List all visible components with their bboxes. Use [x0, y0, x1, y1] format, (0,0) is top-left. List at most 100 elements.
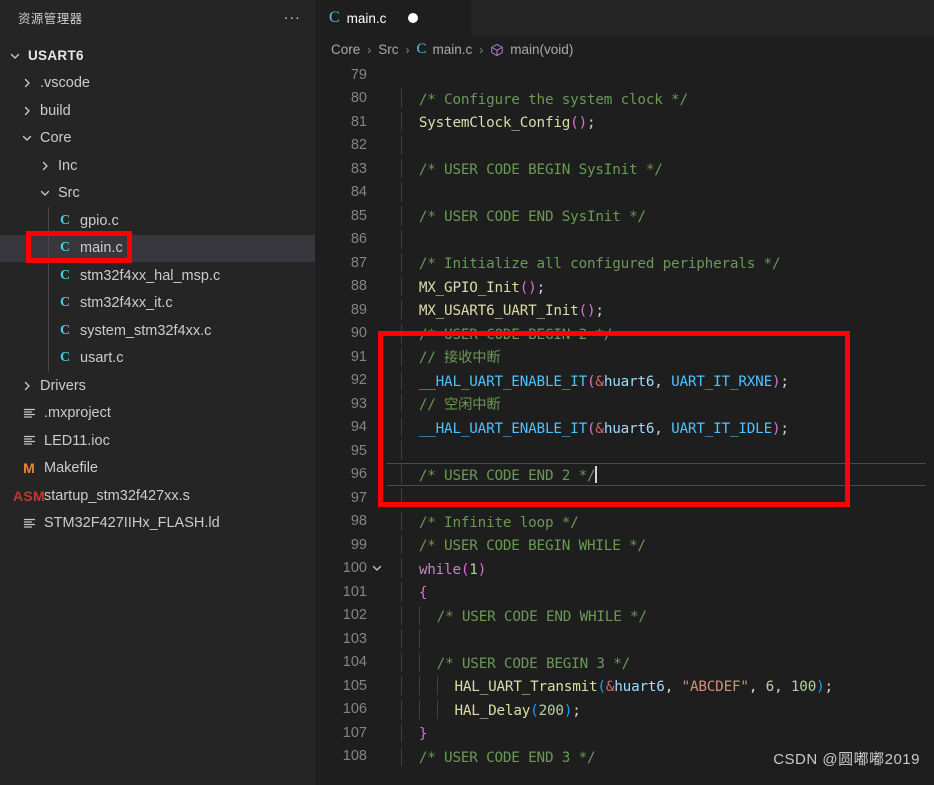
- code-line-94[interactable]: 94 __HAL_UART_ENABLE_IT(&huart6, UART_IT…: [315, 416, 934, 440]
- code-line-106[interactable]: 106 HAL_Delay(200);: [315, 698, 934, 722]
- code-line-text: /* USER CODE END SysInit */: [387, 206, 934, 226]
- explorer-sidebar: 资源管理器 ... USART6 .vscode build Core Inc Src Cg…: [0, 0, 315, 785]
- chevron-right-icon[interactable]: [36, 160, 54, 172]
- tree-item-usart-c[interactable]: Cusart.c: [0, 344, 315, 373]
- code-line-85[interactable]: 85 /* USER CODE END SysInit */: [315, 204, 934, 228]
- tree-item-stm32f4xx-it-c[interactable]: Cstm32f4xx_it.c: [0, 289, 315, 318]
- code-line-97[interactable]: 97: [315, 486, 934, 510]
- code-line-81[interactable]: 81 SystemClock_Config();: [315, 110, 934, 134]
- watermark: CSDN @圆嘟嘟2019: [773, 751, 920, 768]
- tree-item-system-stm32f4xx-c[interactable]: Csystem_stm32f4xx.c: [0, 317, 315, 345]
- file-tree: USART6 .vscode build Core Inc Src Cgpio.c Cmain…: [0, 35, 315, 537]
- code-line-103[interactable]: 103: [315, 627, 934, 651]
- breadcrumb-item-src[interactable]: Src: [378, 42, 398, 57]
- line-number: 88: [350, 278, 367, 295]
- makefile-icon: M: [23, 460, 35, 477]
- chevron-down-icon[interactable]: [36, 187, 54, 199]
- chevron-right-icon[interactable]: [18, 77, 36, 89]
- line-number: 89: [350, 301, 367, 318]
- code-line-91[interactable]: 91 // 接收中断: [315, 345, 934, 369]
- code-line-text: __HAL_UART_ENABLE_IT(&huart6, UART_IT_ID…: [387, 417, 934, 437]
- code-line-text: HAL_UART_Transmit(&huart6, "ABCDEF", 6, …: [387, 676, 934, 696]
- unsaved-dot-icon[interactable]: [408, 13, 419, 23]
- code-line-text: /* Initialize all configured peripherals…: [387, 253, 934, 273]
- asm-file-icon: ASM: [13, 487, 46, 504]
- breadcrumb-item-core[interactable]: Core: [331, 42, 360, 57]
- explorer-more-actions-icon[interactable]: ...: [284, 7, 301, 26]
- c-file-icon: C: [59, 212, 71, 228]
- line-number: 102: [342, 607, 367, 624]
- tree-item-usart6[interactable]: USART6: [0, 42, 315, 70]
- tabbar-empty-space: [472, 0, 934, 36]
- line-number: 91: [350, 348, 367, 365]
- chevron-right-icon[interactable]: [18, 380, 36, 392]
- code-line-92[interactable]: 92 __HAL_UART_ENABLE_IT(&huart6, UART_IT…: [315, 369, 934, 393]
- chevron-right-icon[interactable]: [18, 105, 36, 117]
- tree-item-src[interactable]: Src: [0, 180, 315, 208]
- code-line-80[interactable]: 80 /* Configure the system clock */: [315, 87, 934, 111]
- code-line-79[interactable]: 79: [315, 63, 934, 87]
- tree-item--mxproject[interactable]: .mxproject: [0, 400, 315, 428]
- breadcrumb-item-main-c[interactable]: Cmain.c: [417, 41, 473, 58]
- breadcrumb-separator: ›: [367, 42, 372, 57]
- code-line-90[interactable]: 90 /* USER CODE BEGIN 2 */: [315, 322, 934, 346]
- code-line-102[interactable]: 102 /* USER CODE END WHILE */: [315, 604, 934, 628]
- code-line-105[interactable]: 105 HAL_UART_Transmit(&huart6, "ABCDEF",…: [315, 674, 934, 698]
- code-line-96[interactable]: 96 /* USER CODE END 2 */: [315, 462, 934, 486]
- c-file-icon: C: [59, 295, 71, 311]
- code-editor[interactable]: 79 80 /* Configure the system clock */81 …: [315, 63, 934, 785]
- breadcrumb-item-main-void-[interactable]: main(void): [490, 42, 573, 57]
- line-number: 90: [350, 325, 367, 342]
- code-line-89[interactable]: 89 MX_USART6_UART_Init();: [315, 298, 934, 322]
- code-line-107[interactable]: 107 }: [315, 721, 934, 745]
- line-number: 103: [342, 630, 367, 647]
- code-line-100[interactable]: 100 while(1): [315, 557, 934, 581]
- tree-item-makefile[interactable]: M Makefile: [0, 455, 315, 483]
- line-number: 107: [342, 724, 367, 741]
- tree-item-stm32f427iihx-flash-ld[interactable]: STM32F427IIHx_FLASH.ld: [0, 510, 315, 538]
- editor-tab-mainc[interactable]: C main.c: [315, 0, 472, 36]
- tree-item-core[interactable]: Core: [0, 125, 315, 153]
- code-line-82[interactable]: 82: [315, 134, 934, 158]
- code-line-98[interactable]: 98 /* Infinite loop */: [315, 510, 934, 534]
- tree-item-build[interactable]: build: [0, 97, 315, 125]
- code-line-95[interactable]: 95: [315, 439, 934, 463]
- chevron-down-icon[interactable]: [6, 50, 24, 62]
- chevron-down-icon[interactable]: [18, 132, 36, 144]
- code-line-101[interactable]: 101 {: [315, 580, 934, 604]
- code-line-99[interactable]: 99 /* USER CODE BEGIN WHILE */: [315, 533, 934, 557]
- tree-item-label: build: [40, 102, 71, 119]
- tree-item-main-c[interactable]: Cmain.c: [0, 234, 315, 262]
- code-line-88[interactable]: 88 MX_GPIO_Init();: [315, 275, 934, 299]
- tree-item-label: startup_stm32f427xx.s: [44, 487, 190, 504]
- line-number: 80: [350, 90, 367, 107]
- code-line-text: /* Configure the system clock */: [387, 88, 934, 108]
- code-line-84[interactable]: 84: [315, 181, 934, 205]
- code-line-text: HAL_Delay(200);: [387, 699, 934, 719]
- code-line-text: [387, 182, 934, 202]
- code-line-83[interactable]: 83 /* USER CODE BEGIN SysInit */: [315, 157, 934, 181]
- code-line-87[interactable]: 87 /* Initialize all configured peripher…: [315, 251, 934, 275]
- editor-tab-label: main.c: [346, 10, 387, 26]
- line-number: 104: [342, 654, 367, 671]
- fold-chevron-down-icon[interactable]: [367, 562, 387, 574]
- line-number: 85: [350, 207, 367, 224]
- tree-item-gpio-c[interactable]: Cgpio.c: [0, 207, 315, 235]
- tree-item-led11-ioc[interactable]: LED11.ioc: [0, 427, 315, 455]
- tree-item--vscode[interactable]: .vscode: [0, 70, 315, 98]
- code-line-text: {: [387, 582, 934, 602]
- tree-item-label: stm32f4xx_it.c: [80, 295, 173, 312]
- c-file-icon: C: [416, 41, 427, 57]
- code-line-86[interactable]: 86: [315, 228, 934, 252]
- code-line-93[interactable]: 93 // 空闲中断: [315, 392, 934, 416]
- line-number: 106: [342, 701, 367, 718]
- tree-item-label: .mxproject: [44, 405, 111, 422]
- line-number: 87: [350, 254, 367, 271]
- tree-item-inc[interactable]: Inc: [0, 152, 315, 180]
- tree-item-drivers[interactable]: Drivers: [0, 372, 315, 400]
- tree-item-startup-stm32f427xx-s[interactable]: ASM startup_stm32f427xx.s: [0, 482, 315, 510]
- code-line-text: [387, 629, 934, 649]
- symbol-method-icon: [490, 43, 504, 57]
- code-line-104[interactable]: 104 /* USER CODE BEGIN 3 */: [315, 651, 934, 675]
- tree-item-stm32f4xx-hal-msp-c[interactable]: Cstm32f4xx_hal_msp.c: [0, 262, 315, 290]
